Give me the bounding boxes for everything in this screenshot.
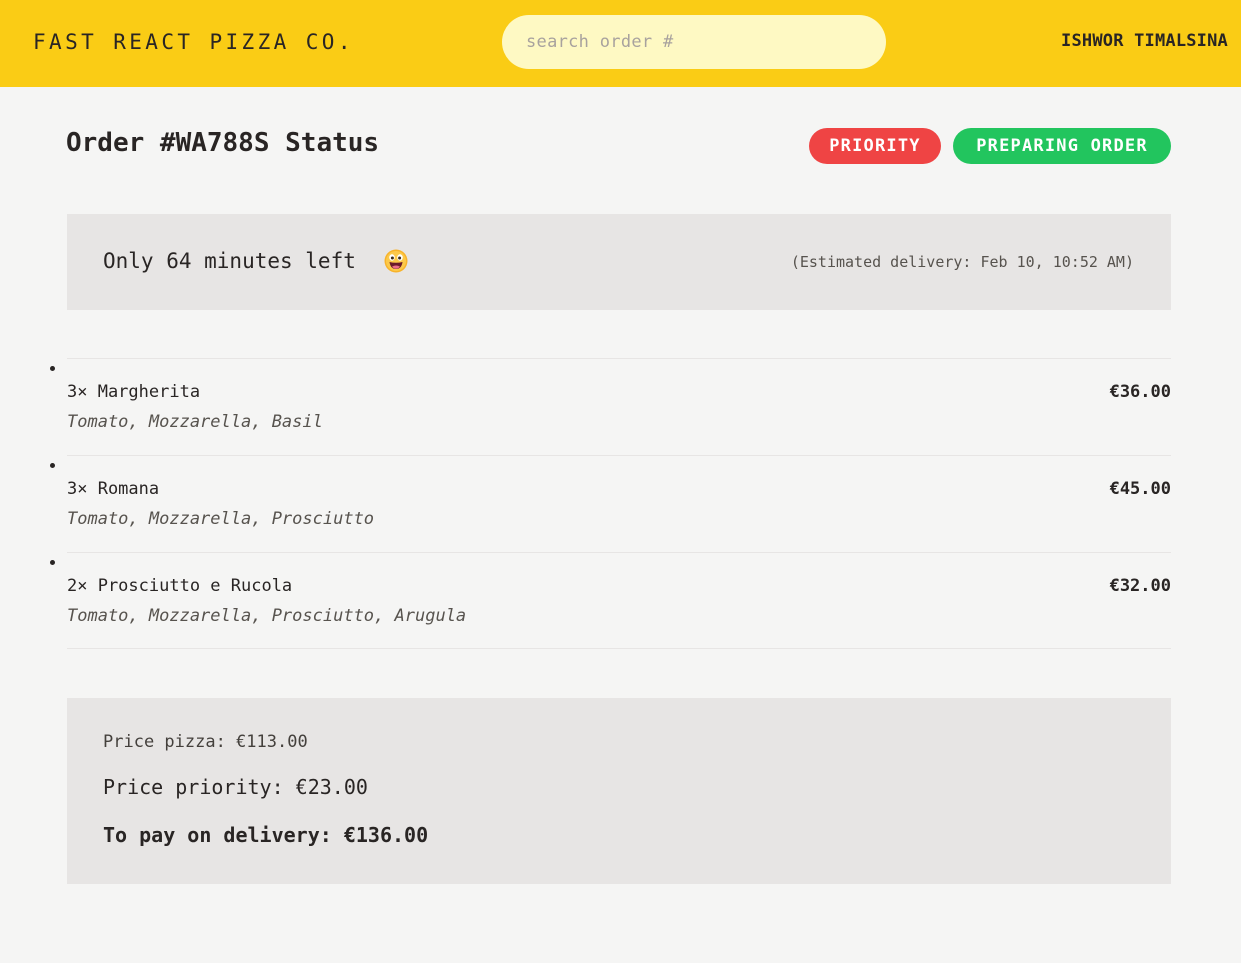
item-price: €36.00 [1109,382,1171,402]
total-to-pay: To pay on delivery: €136.00 [103,823,429,847]
price-summary-panel: Price pizza: €113.00 Price priority: €23… [67,698,1171,884]
search-input[interactable] [502,15,886,69]
estimated-delivery: (Estimated delivery: Feb 10, 10:52 AM) [790,253,1134,271]
price-priority: Price priority: €23.00 [103,775,368,799]
delivery-countdown-panel: Only 64 minutes left (Estimated delivery… [67,214,1171,310]
list-item: 3× Romana €45.00 Tomato, Mozzarella, Pro… [67,455,1171,552]
item-name: 2× Prosciutto e Rucola [67,576,293,596]
item-price: €32.00 [1109,576,1171,596]
app-header: FAST REACT PIZZA CO. ISHWOR TIMALSINA [0,0,1241,87]
item-ingredients: Tomato, Mozzarella, Prosciutto [67,509,375,529]
item-ingredients: Tomato, Mozzarella, Prosciutto, Arugula [67,606,467,626]
username: ISHWOR TIMALSINA [1061,31,1228,51]
status-badge: PREPARING ORDER [953,128,1171,164]
list-item: 3× Margherita €36.00 Tomato, Mozzarella,… [67,358,1171,455]
grinning-face-icon [384,249,408,273]
priority-badge: PRIORITY [809,128,941,164]
countdown-text: Only 64 minutes left [103,249,356,273]
price-pizza: Price pizza: €113.00 [103,732,308,752]
item-price: €45.00 [1109,479,1171,499]
item-ingredients: Tomato, Mozzarella, Basil [67,412,323,432]
page-title: Order #WA788S Status [66,128,380,158]
item-name: 3× Margherita [67,382,201,402]
list-item: 2× Prosciutto e Rucola €32.00 Tomato, Mo… [67,552,1171,649]
brand-logo[interactable]: FAST REACT PIZZA CO. [33,30,354,54]
order-items-list: 3× Margherita €36.00 Tomato, Mozzarella,… [67,358,1171,649]
item-name: 3× Romana [67,479,160,499]
